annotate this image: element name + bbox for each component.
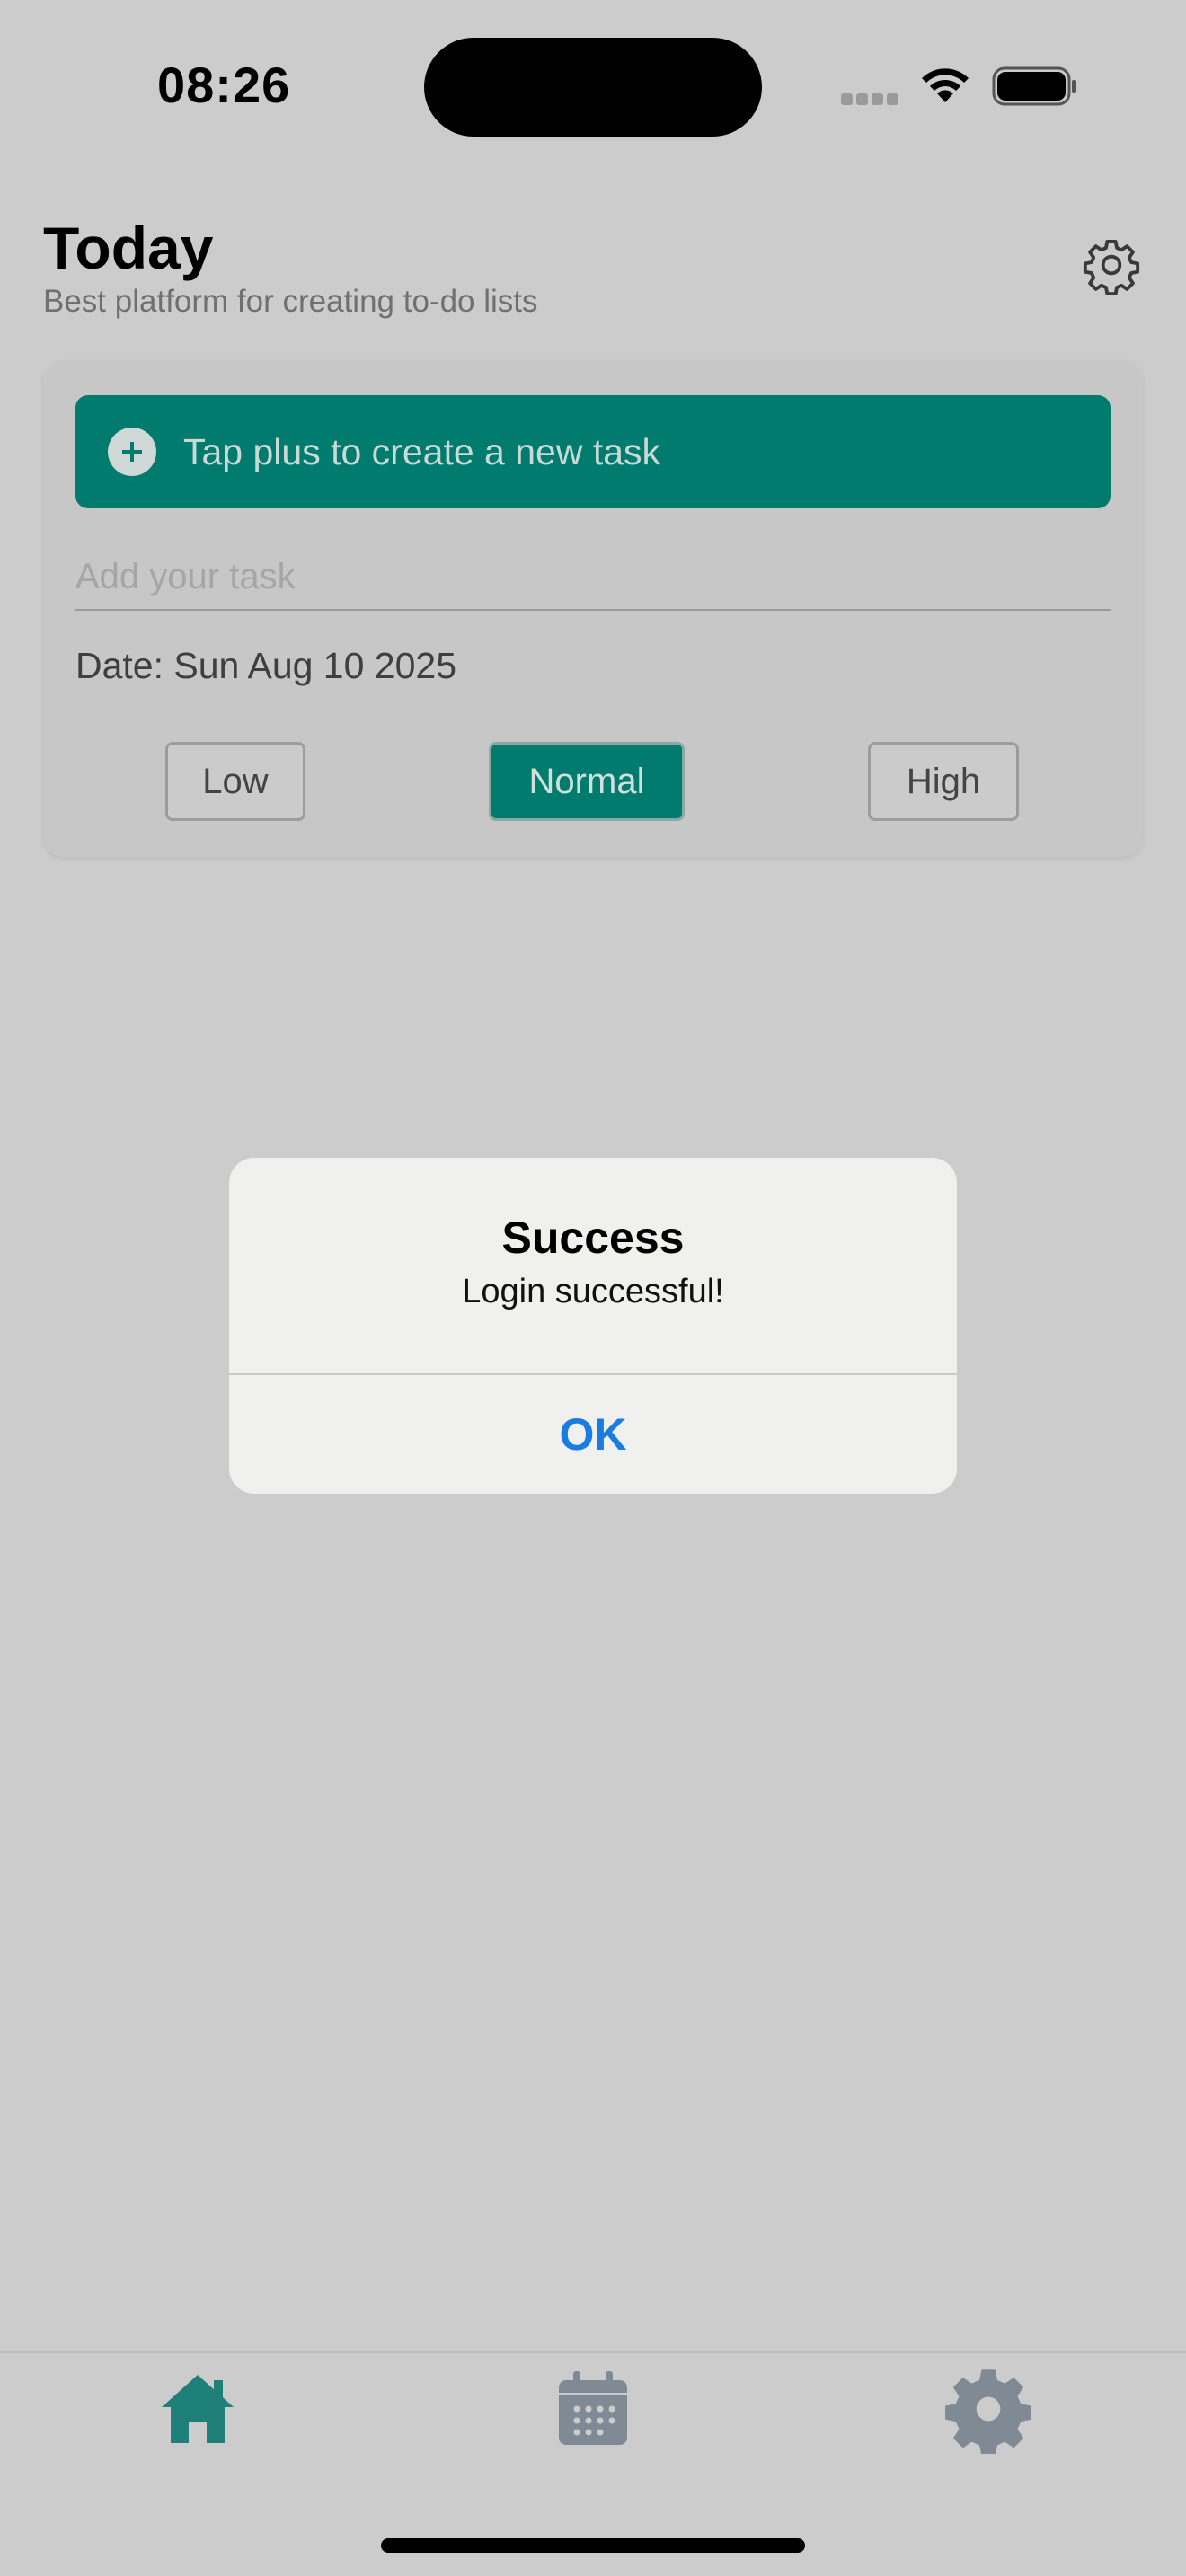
home-icon (162, 2375, 234, 2443)
calendar-icon (559, 2371, 627, 2445)
home-indicator (381, 2538, 805, 2553)
tab-settings[interactable] (943, 2364, 1033, 2454)
gear-icon[interactable] (1082, 235, 1141, 295)
task-date: Date: Sun Aug 10 2025 (75, 645, 457, 686)
plus-icon[interactable] (108, 428, 156, 476)
create-task-banner[interactable]: Tap plus to create a new task (75, 395, 1111, 508)
page-subtitle: Best platform for creating to-do lists (43, 284, 538, 319)
status-time: 08:26 (157, 57, 291, 113)
success-alert: Success Login successful! OK (229, 1158, 957, 1494)
page-title: Today (43, 215, 214, 281)
alert-ok-button[interactable]: OK (229, 1375, 957, 1494)
tab-home[interactable] (153, 2364, 243, 2454)
priority-low-button[interactable]: Low (165, 742, 305, 821)
dynamic-island (424, 38, 762, 137)
battery-icon (992, 66, 1076, 106)
priority-high-button[interactable]: High (868, 742, 1019, 821)
tab-bar-divider (0, 2351, 1186, 2353)
task-input[interactable] (75, 544, 1111, 611)
alert-title: Success (501, 1213, 685, 1263)
create-task-hint: Tap plus to create a new task (183, 430, 661, 472)
alert-message: Login successful! (462, 1273, 724, 1310)
priority-normal-button[interactable]: Normal (489, 742, 685, 821)
task-card: Tap plus to create a new task Date: Sun … (43, 361, 1143, 857)
tab-calendar[interactable] (548, 2364, 638, 2454)
cellular-signal-icon (841, 93, 902, 110)
wifi-icon (922, 68, 969, 102)
gear-icon (945, 2369, 1031, 2454)
